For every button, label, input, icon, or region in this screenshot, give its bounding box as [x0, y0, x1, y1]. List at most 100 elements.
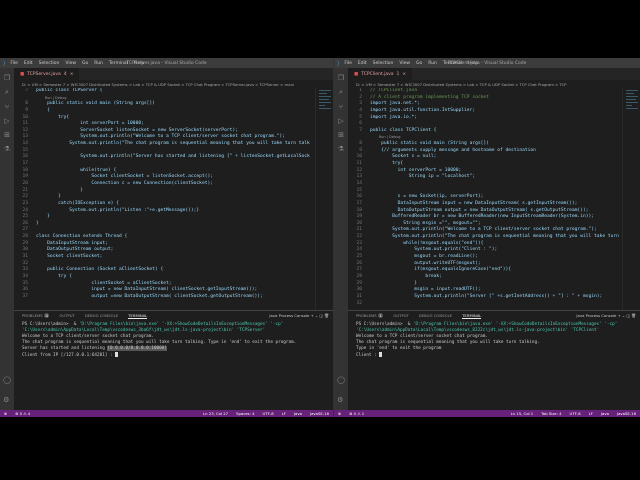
menu-view[interactable]: View: [65, 61, 76, 66]
code-line: 7 public class TCPClient {: [348, 128, 622, 135]
split-icon[interactable]: ◫: [626, 313, 630, 318]
breadcrumb[interactable]: D: > UM > Semester 7 > WIC3007 Distribut…: [14, 80, 333, 88]
search-icon[interactable]: ⌕: [339, 88, 343, 97]
status-jdk[interactable]: JavaSE-16: [617, 411, 636, 416]
gear-icon[interactable]: ⚙: [3, 396, 11, 404]
status-jdk[interactable]: JavaSE-16: [310, 411, 329, 416]
source-control-icon[interactable]: ⑂: [339, 103, 343, 111]
tab-debug-console[interactable]: DEBUG CONSOLE: [85, 313, 118, 318]
menu-run[interactable]: Run: [428, 61, 437, 66]
code-text: String ip = "localhost";: [370, 174, 476, 180]
split-icon[interactable]: ◫: [319, 313, 323, 318]
status-position[interactable]: Ln 23, Col 27: [203, 411, 228, 416]
line-number: 7: [25, 88, 28, 93]
menu-run[interactable]: Run: [94, 61, 103, 66]
tab-problems-label: PROBLEMS: [22, 313, 43, 318]
terminal-line: Welcome to a TCP client/server socket ch…: [22, 334, 154, 339]
code-text: msgout = br.readLine();: [370, 254, 478, 260]
testing-icon[interactable]: ⚗: [338, 145, 344, 153]
close-icon[interactable]: ×: [70, 72, 74, 77]
menu-go[interactable]: Go: [416, 61, 422, 66]
status-language[interactable]: Java: [601, 411, 609, 416]
status-indent[interactable]: Tab Size: 4: [541, 411, 561, 416]
terminal-output[interactable]: PS C:\Users\admin> & 'D:\Program Files\b…: [14, 320, 333, 361]
testing-icon[interactable]: ⚗: [4, 145, 10, 153]
line-number: 8: [25, 101, 28, 107]
run-debug-icon[interactable]: ▷: [338, 117, 343, 125]
trash-icon[interactable]: 🗑: [631, 313, 636, 318]
menu-terminal[interactable]: Terminal: [109, 61, 128, 66]
terminal-cursor: [115, 352, 119, 357]
menu-selection[interactable]: Selection: [39, 61, 60, 66]
line-number: 33: [22, 267, 28, 273]
run-debug-icon[interactable]: ▷: [4, 117, 9, 125]
minimap[interactable]: [315, 88, 333, 310]
status-language[interactable]: Java: [294, 411, 302, 416]
line-number: 25: [22, 214, 28, 220]
account-icon[interactable]: ◯: [3, 376, 11, 384]
add-terminal-icon[interactable]: + ⌄: [618, 313, 626, 318]
status-encoding[interactable]: UTF-8: [263, 411, 274, 416]
line-number: 30: [356, 287, 362, 293]
status-problems[interactable]: ⊗ 0 ⚠ 4: [15, 411, 30, 416]
code-line: 37 output =new DataOutputStream( clientS…: [14, 294, 315, 301]
code-editor[interactable]: 1// TCPClient.java 2// A client program i…: [348, 88, 622, 310]
tab-file[interactable]: ■ TCPServer.java 4 ×: [14, 68, 80, 80]
status-eol[interactable]: LF: [282, 411, 286, 416]
terminal-selector[interactable]: Java Process Console + ⌄ ◫ 🗑: [576, 313, 636, 318]
status-bar: ⊗ ⊗ 0 ⚠ 1 Ln 15, Col 1 Tab Size: 4 UTF-8…: [334, 410, 640, 417]
status-indent[interactable]: Spaces: 4: [236, 411, 254, 416]
code-text: public Connection (Socket aClientSocket)…: [36, 267, 164, 273]
menu-go[interactable]: Go: [82, 61, 88, 66]
status-problems[interactable]: ⊗ 0 ⚠ 1: [349, 411, 364, 416]
search-icon[interactable]: ⌕: [5, 88, 9, 97]
code-text: import java.net.*;: [370, 101, 420, 107]
tab-file[interactable]: ■ TCPClient.java 1 ×: [348, 68, 413, 80]
extensions-icon[interactable]: ⊞: [338, 131, 344, 139]
tab-terminal[interactable]: TERMINAL: [462, 313, 482, 319]
menu-file[interactable]: File: [344, 61, 352, 66]
line-number: 27: [356, 267, 362, 273]
breadcrumb[interactable]: D: > UM > Semester 7 > WIC3007 Distribut…: [348, 80, 640, 88]
menu-edit[interactable]: Edit: [358, 61, 367, 66]
gear-icon[interactable]: ⚙: [337, 396, 345, 404]
code-editor[interactable]: 7 public class TCPServer { Run | Debug 8 p…: [14, 88, 315, 310]
trash-icon[interactable]: 🗑: [324, 313, 329, 318]
line-number: 14: [356, 180, 362, 186]
menu-selection[interactable]: Selection: [373, 61, 394, 66]
terminal-highlight: [0.0.0.0/0.0.0.0:10000]: [107, 346, 167, 351]
tab-output[interactable]: OUTPUT: [393, 313, 408, 318]
tab-problems-label: PROBLEMS: [356, 313, 377, 318]
code-text: import java.util.function.IntSupplier;: [370, 107, 476, 113]
menu-view[interactable]: View: [399, 61, 410, 66]
code-text: int serverPort = 10000;: [36, 121, 144, 127]
status-position[interactable]: Ln 15, Col 1: [511, 411, 534, 416]
explorer-icon[interactable]: ❐: [4, 74, 10, 82]
remote-icon[interactable]: ⊗: [338, 411, 341, 416]
tab-terminal[interactable]: TERMINAL: [128, 313, 148, 319]
tab-debug-console[interactable]: DEBUG CONSOLE: [419, 313, 452, 318]
extensions-icon[interactable]: ⊞: [4, 131, 10, 139]
explorer-icon[interactable]: ❐: [338, 74, 344, 82]
tab-problems[interactable]: PROBLEMS 4: [22, 313, 50, 318]
status-eol[interactable]: LF: [589, 411, 593, 416]
tab-problems[interactable]: PROBLEMS 1: [356, 313, 384, 318]
menu-file[interactable]: File: [10, 61, 18, 66]
add-terminal-icon[interactable]: + ⌄: [311, 313, 319, 318]
minimap[interactable]: [622, 88, 640, 310]
terminal-selector[interactable]: Java Process Console + ⌄ ◫ 🗑: [269, 313, 329, 318]
menu-edit[interactable]: Edit: [24, 61, 33, 66]
code-line: 9 {: [14, 108, 315, 115]
line-number: 31: [356, 293, 362, 299]
source-control-icon[interactable]: ⑂: [5, 103, 9, 111]
terminal-output[interactable]: PS C:\Users\admin> & 'D:\Program Files\b…: [348, 320, 640, 361]
tab-problem-count: 1: [396, 71, 400, 77]
close-icon[interactable]: ×: [402, 72, 406, 77]
server-vscode-window: ⟩ File Edit Selection View Go Run Terminal Help…: [0, 58, 333, 417]
remote-icon[interactable]: ⊗: [4, 411, 7, 416]
code-line: 28 class Connection extends Thread {: [14, 234, 315, 241]
activity-bar: ❐ ⌕ ⑂ ▷ ⊞ ⚗ ◯ ⚙: [0, 68, 14, 410]
account-icon[interactable]: ◯: [337, 376, 345, 384]
status-encoding[interactable]: UTF-8: [570, 411, 581, 416]
tab-output[interactable]: OUTPUT: [59, 313, 74, 318]
